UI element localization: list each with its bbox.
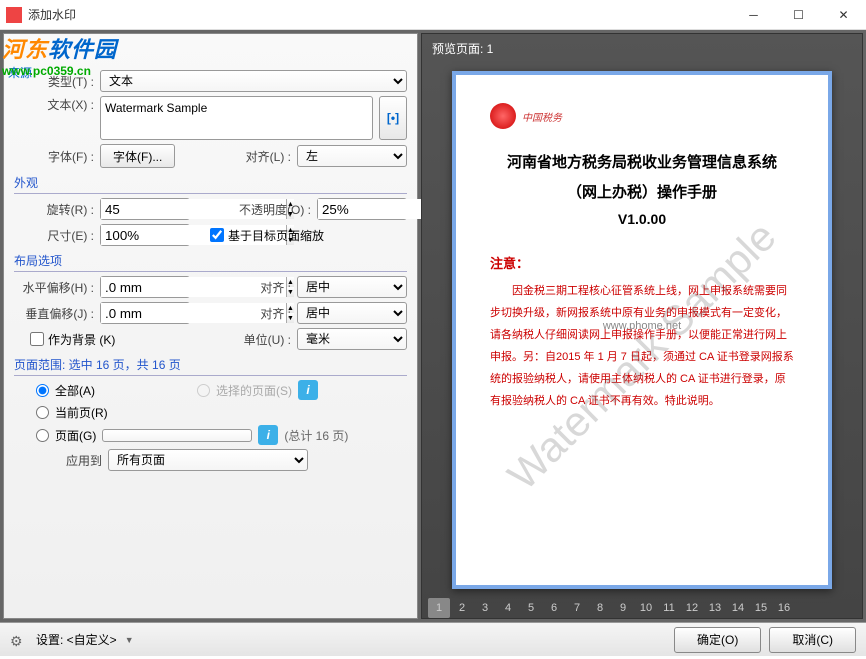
apply-to-label: 应用到 (54, 452, 102, 469)
appearance-header: 外观 (14, 174, 407, 194)
text-label: 文本(X) : (14, 96, 94, 113)
settings-preset[interactable]: 设置: <自定义> (36, 631, 117, 648)
app-icon (6, 7, 22, 23)
thumb-page[interactable]: 1 (428, 598, 450, 618)
halign-label: 对齐 : (251, 279, 291, 296)
watermark-text-input[interactable] (100, 96, 373, 140)
text-align-select[interactable]: 左 (297, 145, 407, 167)
range-current-radio[interactable] (36, 406, 49, 419)
pages-input[interactable] (102, 429, 252, 442)
hoffset-label: 水平偏移(H) : (14, 279, 94, 296)
seal-icon (490, 103, 516, 129)
thumb-page[interactable]: 5 (520, 598, 542, 618)
halign-select[interactable]: 居中 (297, 276, 407, 298)
rotate-label: 旋转(R) : (14, 201, 94, 218)
title-bar: 添加水印 ─ ☐ ✕ (0, 0, 866, 30)
window-title: 添加水印 (28, 6, 731, 23)
voffset-label: 垂直偏移(J) : (14, 305, 94, 322)
unit-label: 单位(U) : (237, 331, 291, 348)
insert-macro-button[interactable]: [•] (379, 96, 407, 140)
size-label: 尺寸(E) : (14, 227, 94, 244)
range-all-radio[interactable] (36, 384, 49, 397)
preview-page: 中国税务 河南省地方税务局税收业务管理信息系统 （网上办税）操作手册 V1.0.… (452, 71, 832, 589)
rotate-input[interactable]: ▲▼ (100, 198, 190, 220)
document-preview: 中国税务 河南省地方税务局税收业务管理信息系统 （网上办税）操作手册 V1.0.… (422, 63, 862, 597)
type-select[interactable]: 文本 (100, 70, 407, 92)
footer-bar: ⚙ 设置: <自定义> ▼ 确定(O) 取消(C) (0, 622, 866, 656)
as-background-checkbox[interactable]: 作为背景 (K) (30, 331, 115, 348)
thumb-page[interactable]: 15 (750, 598, 772, 618)
text-align-label: 对齐(L) : (219, 148, 291, 165)
thumb-page[interactable]: 7 (566, 598, 588, 618)
unit-select[interactable]: 毫米 (297, 328, 407, 350)
content-area: 河东软件园 www.pc0359.cn 来源 类型(T) : 文本 文本(X) … (0, 30, 866, 622)
thumb-page[interactable]: 12 (681, 598, 703, 618)
page-range-header: 页面范围: 选中 16 页，共 16 页 (14, 356, 407, 376)
close-button[interactable]: ✕ (821, 0, 866, 30)
cancel-button[interactable]: 取消(C) (769, 627, 856, 653)
range-selected-radio (197, 384, 210, 397)
valign-label: 对齐 : (251, 305, 291, 322)
preview-header: 预览页面: 1 (422, 34, 862, 63)
layout-header: 布局选项 (14, 252, 407, 272)
minimize-button[interactable]: ─ (731, 0, 776, 30)
thumb-page[interactable]: 3 (474, 598, 496, 618)
font-button[interactable]: 字体(F)... (100, 144, 175, 168)
size-input[interactable]: ▲▼ (100, 224, 190, 246)
font-label: 字体(F) : (14, 148, 94, 165)
thumb-page[interactable]: 6 (543, 598, 565, 618)
preview-panel: 预览页面: 1 中国税务 河南省地方税务局税收业务管理信息系统 （网上办税）操作… (421, 33, 863, 619)
thumb-page[interactable]: 14 (727, 598, 749, 618)
site-logo: 河东软件园 www.pc0359.cn (2, 32, 117, 78)
maximize-button[interactable]: ☐ (776, 0, 821, 30)
thumb-page[interactable]: 16 (773, 598, 795, 618)
chevron-down-icon[interactable]: ▼ (125, 635, 134, 645)
gear-icon: ⚙ (10, 633, 24, 647)
valign-select[interactable]: 居中 (297, 302, 407, 324)
info-icon[interactable]: i (298, 380, 318, 400)
apply-to-select[interactable]: 所有页面 (108, 449, 308, 471)
thumb-page[interactable]: 9 (612, 598, 634, 618)
ok-button[interactable]: 确定(O) (674, 627, 761, 653)
info-icon[interactable]: i (258, 425, 278, 445)
thumb-page[interactable]: 13 (704, 598, 726, 618)
thumb-page[interactable]: 8 (589, 598, 611, 618)
opacity-input[interactable]: ▲▼ (317, 198, 407, 220)
site-overlay: www.phome.net (603, 320, 681, 332)
opacity-label: 不透明度(O) : (225, 201, 311, 218)
page-thumbnails: 1 2 3 4 5 6 7 8 9 10 11 12 13 14 15 16 (422, 597, 862, 618)
voffset-input[interactable]: ▲▼ (100, 302, 190, 324)
thumb-page[interactable]: 4 (497, 598, 519, 618)
thumb-page[interactable]: 11 (658, 598, 680, 618)
range-pages-radio[interactable] (36, 429, 49, 442)
settings-panel: 河东软件园 www.pc0359.cn 来源 类型(T) : 文本 文本(X) … (3, 33, 418, 619)
scale-to-page-checkbox[interactable]: 基于目标页面缩放 (210, 227, 324, 244)
hoffset-input[interactable]: ▲▼ (100, 276, 190, 298)
thumb-page[interactable]: 10 (635, 598, 657, 618)
thumb-page[interactable]: 2 (451, 598, 473, 618)
